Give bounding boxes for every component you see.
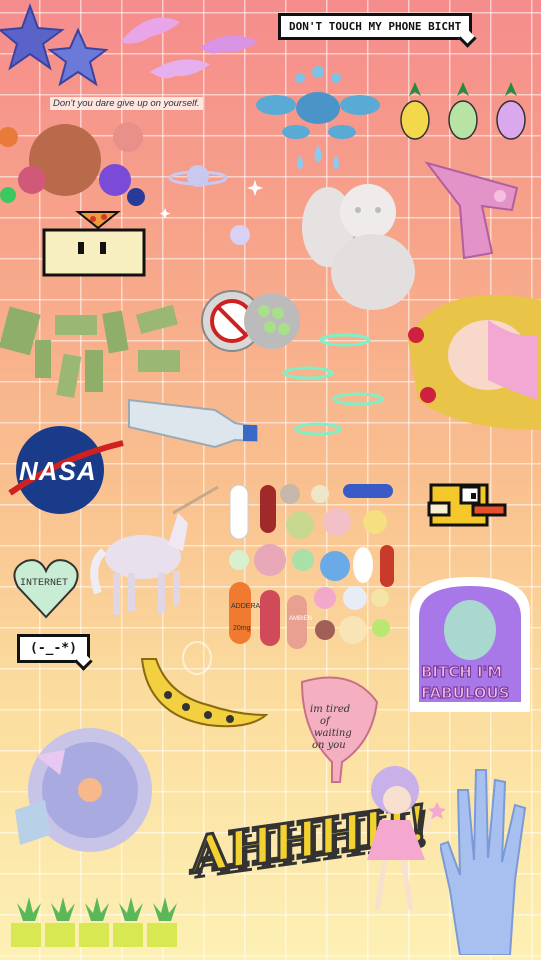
pink-dolphins	[120, 17, 258, 79]
anime-girl-sailor	[408, 295, 541, 430]
broken-cd	[15, 728, 152, 852]
crushed-water-bottle	[128, 398, 258, 449]
squidward-fabulous-sticker: BITCH I'M FABULOUS	[410, 577, 530, 712]
planets	[0, 122, 145, 206]
nasa-text: NASA	[19, 456, 97, 486]
face-bubble-text: (-_-*)	[30, 641, 77, 656]
sticker-line2: FABULOUS	[421, 684, 510, 702]
flappy-bird	[427, 483, 507, 527]
speech-bubble-text: DON'T TOUCH MY PHONE BICHT	[289, 20, 462, 33]
magical-girl	[367, 766, 446, 911]
sparkles	[159, 180, 263, 245]
pink-water-gun	[424, 161, 519, 260]
neon-ufos	[282, 333, 384, 436]
balloon-text-1: im tired	[310, 704, 350, 715]
candy-heart: INTERNET	[13, 559, 79, 619]
candy-heart-text: INTERNET	[20, 578, 68, 589]
succulent-pots	[11, 897, 177, 947]
pixel-pizza-cat	[42, 211, 146, 277]
face-bubble: (-_-*)	[17, 634, 90, 663]
pill-label-ambien: AMBIEN	[289, 616, 312, 622]
holographic-hand	[440, 769, 527, 955]
pills-collection: ADDERALL XR 20mg AMBIEN	[229, 484, 394, 649]
speech-bubble: DON'T TOUCH MY PHONE BICHT	[278, 13, 473, 40]
glitter-stars	[0, 3, 109, 87]
unicorn	[90, 485, 219, 615]
pill-label-dose: 20mg	[233, 625, 251, 632]
whale-dolphins-emoji	[256, 66, 380, 170]
sticker-line1: BITCH I'M	[421, 663, 502, 681]
balloon-text-3: waiting	[314, 728, 352, 739]
pineapples	[400, 82, 526, 140]
motivational-caption: Don't you dare give up on yourself.	[50, 97, 203, 110]
balloon-text-4: on you	[312, 740, 346, 751]
